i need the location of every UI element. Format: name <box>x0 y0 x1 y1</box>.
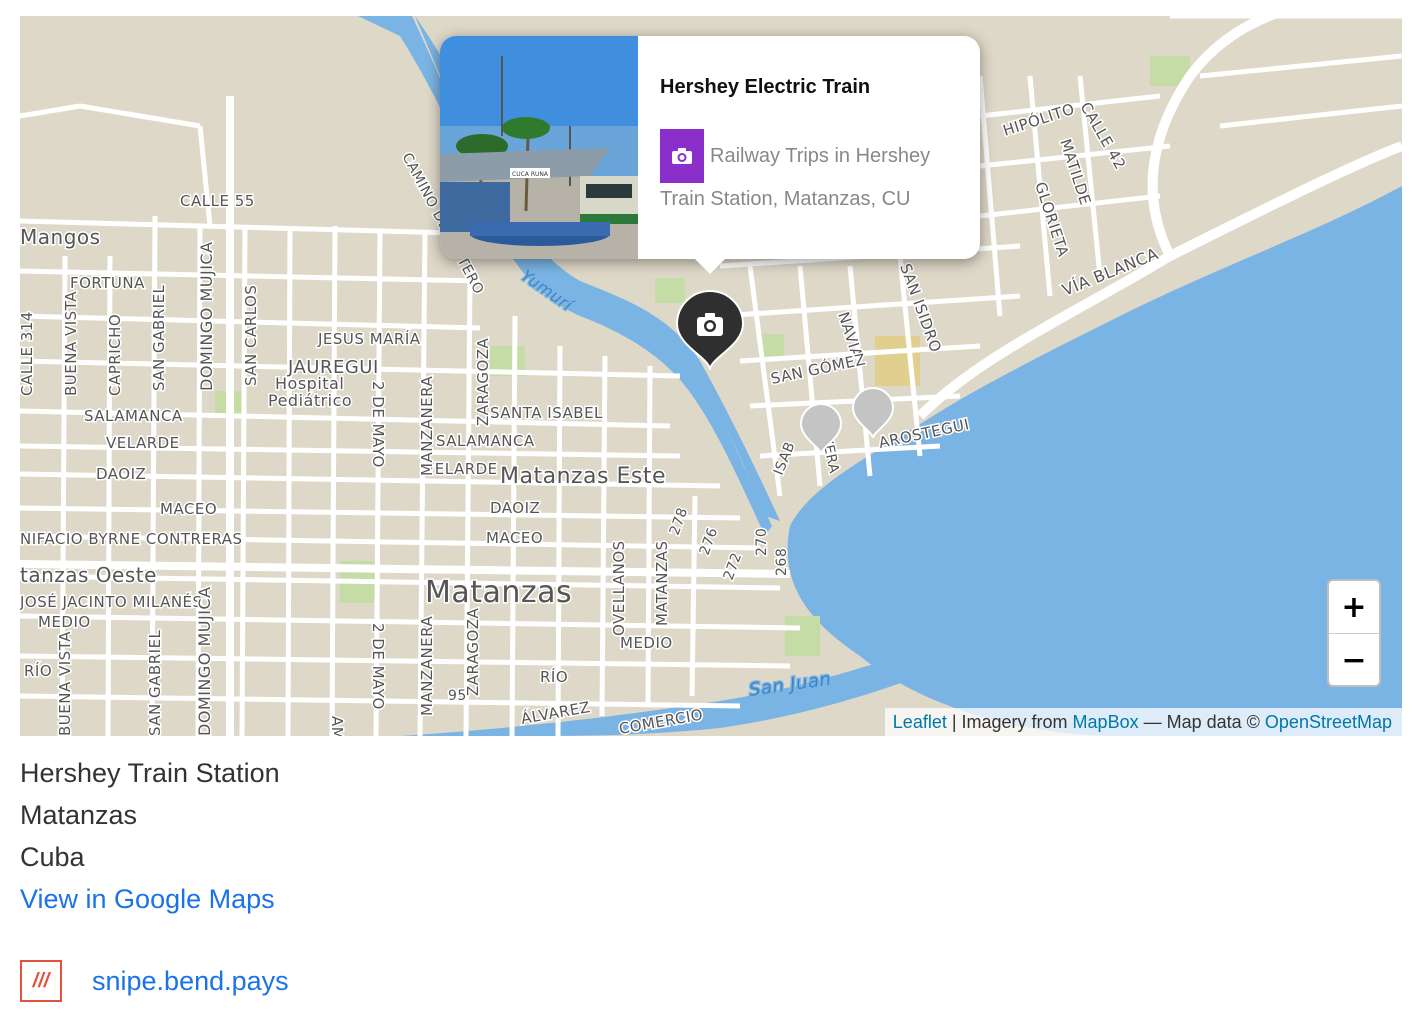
map-label: BUENA VISTA <box>56 631 74 736</box>
map-label: VELARDE <box>106 434 180 452</box>
map-label: OVELLANOS <box>610 540 628 636</box>
map-label: MACEO <box>486 529 543 547</box>
map-label: RÍO <box>24 661 52 680</box>
map-label: MEDIO <box>38 613 91 631</box>
map-label: MANZANERA <box>418 376 436 476</box>
map-attribution: Leaflet | Imagery from MapBox — Map data… <box>884 708 1402 736</box>
map-label: SANTA ISABEL <box>490 404 603 422</box>
category-label: Railway Trips in Hershey <box>710 144 931 167</box>
address-line: Hershey Train Station <box>20 758 280 788</box>
map-label: Matanzas <box>425 575 572 610</box>
map-label: DAOIZ <box>96 465 146 483</box>
popup-tip <box>694 258 726 274</box>
map-label: JESUS MARÍA <box>317 329 421 348</box>
map-label: CAPRICHO <box>106 314 124 396</box>
map-label: AMÉRICA <box>328 716 347 736</box>
address-line: Cuba <box>20 842 85 872</box>
map-label: 268 <box>774 548 790 576</box>
what3words-logo: /// <box>20 960 62 1002</box>
map-label: 2 DE MAYO <box>369 623 387 710</box>
popup-category[interactable]: Railway Trips in Hershey <box>660 129 930 183</box>
map-label: DAOIZ <box>490 499 540 517</box>
marker-popup[interactable]: CUCA RUNA Hershey Electric Train Railway… <box>440 36 980 274</box>
zoom-out-button[interactable]: − <box>1329 634 1379 685</box>
map-label: BUENA VISTA <box>62 291 80 396</box>
map-label: CALLE 55 <box>180 192 255 210</box>
map-label: Pediátrico <box>268 391 352 410</box>
map-label: CALLE 314 <box>20 311 36 396</box>
map-label: SAN GABRIEL <box>150 284 168 391</box>
popup-title[interactable]: Hershey Electric Train <box>660 76 870 99</box>
map-label: DOMINGO MUJICA <box>197 241 216 391</box>
popup-address: Train Station, Matanzas, CU <box>660 188 911 210</box>
openstreetmap-link[interactable]: OpenStreetMap <box>1265 712 1392 733</box>
map-label: RÍO <box>540 667 568 686</box>
map-label: Mangos <box>20 225 101 249</box>
mapbox-link[interactable]: MapBox <box>1073 712 1139 733</box>
map-label: 270 <box>754 528 770 556</box>
park <box>655 278 685 303</box>
map-label: FORTUNA <box>70 274 145 292</box>
address-line: Matanzas <box>20 800 138 830</box>
what3words-address[interactable]: snipe.bend.pays <box>92 966 289 997</box>
zoom-in-button[interactable]: + <box>1329 581 1379 634</box>
zoom-control: + − <box>1327 579 1381 687</box>
map-label: 2 DE MAYO <box>369 381 387 468</box>
map-label: NIFACIO BYRNE CONTRERAS <box>20 530 243 548</box>
address-block: Hershey Train Station Matanzas Cuba View… <box>20 752 280 920</box>
attribution-text: | Imagery from <box>946 711 1073 732</box>
map-label: MATANZAS <box>653 540 671 626</box>
map[interactable]: CALLE 55 FORTUNA Mangos JESUS MARÍA JAUR… <box>20 16 1402 736</box>
map-label: SAN GABRIEL <box>146 629 164 736</box>
google-maps-link[interactable]: View in Google Maps <box>20 884 275 914</box>
map-label: tanzas Oeste <box>20 563 157 587</box>
popup-photo[interactable]: CUCA RUNA <box>440 36 638 259</box>
map-label: DOMINGO MUJICA <box>195 586 214 736</box>
photo-sign: CUCA RUNA <box>512 171 549 178</box>
map-label: SALAMANCA <box>84 407 183 425</box>
map-label: MACEO <box>160 500 217 518</box>
camera-icon <box>660 129 704 183</box>
map-label: MANZANERA <box>418 616 436 716</box>
map-label: ZARAGOZA <box>464 607 482 696</box>
map-label: SALAMANCA <box>436 432 535 450</box>
attribution-text: — Map data © <box>1138 711 1265 732</box>
map-label: ZARAGOZA <box>474 337 492 426</box>
leaflet-link[interactable]: Leaflet <box>893 712 947 733</box>
map-label: SAN CARLOS <box>242 285 260 386</box>
map-label: Matanzas Este <box>500 464 666 489</box>
map-label: 95 <box>448 688 467 704</box>
what3words[interactable]: /// snipe.bend.pays <box>20 960 289 1002</box>
map-label: JOSÉ JACINTO MILANÉS <box>20 592 203 611</box>
park <box>785 616 820 656</box>
